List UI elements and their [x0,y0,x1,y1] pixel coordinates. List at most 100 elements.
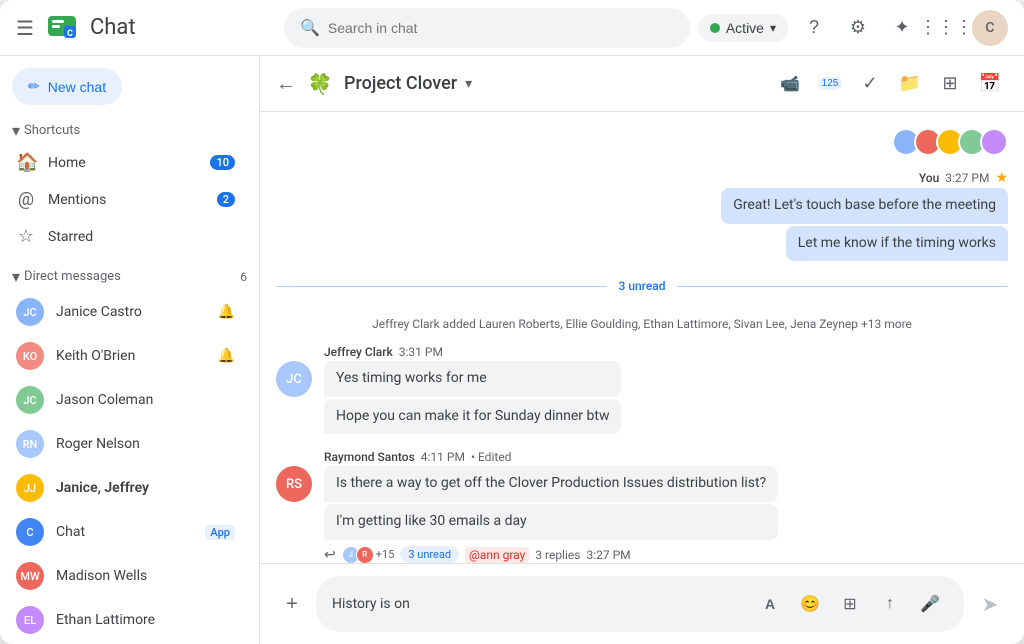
dm-chat-app[interactable]: C Chat App [0,510,251,554]
status-label: Active [726,20,764,36]
shortcuts-section[interactable]: ▾ Shortcuts [0,117,259,144]
video-button[interactable]: 📹 [772,66,808,102]
starred-icon: ☆ [16,226,36,247]
chat-header-actions: 📹 125 ✓ 📁 ⊞ 📅 [772,66,1008,102]
dm-roger[interactable]: RN Roger Nelson [0,422,251,466]
input-placeholder: History is on [332,596,410,612]
upload-button[interactable]: ↑ [872,586,908,622]
emoji-button[interactable]: 😊 [792,586,828,622]
dm-section[interactable]: ▾ Direct messages 6 [0,263,259,290]
status-dot [710,23,720,33]
madison-avatar: MW [16,562,44,590]
settings-button[interactable]: ⚙ [840,10,876,46]
menu-icon[interactable]: ☰ [16,16,34,40]
jeffrey-bubble-1: Yes timing works for me [324,361,621,397]
search-input[interactable] [328,20,674,36]
you-bubble-1: Great! Let's touch base before the meeti… [721,188,1008,224]
raymond-edited: • Edited [471,450,511,464]
thread-badge[interactable]: 3 unread [400,546,459,563]
janice-jeffrey-avatar: JJ [16,474,44,502]
shortcuts-label: Shortcuts [24,123,80,138]
shortcuts-chevron-icon: ▾ [12,121,20,140]
status-button[interactable]: Active ▾ [698,14,788,42]
apps-button[interactable]: ⋮⋮⋮ [928,10,964,46]
reaction-avatars: J R [342,546,370,563]
janice-jeffrey-label: Janice, Jeffrey [56,480,235,496]
mentions-label: Mentions [48,192,205,208]
dm-janice-jeffrey[interactable]: JJ Janice, Jeffrey [0,466,251,510]
sidebar-item-starred[interactable]: ☆ Starred [0,218,251,255]
janice-bell-icon: 🔔 [218,304,235,320]
task-button[interactable]: ✓ [852,66,888,102]
reactions-button[interactable]: 125 [812,66,848,102]
starred-label: Starred [48,229,235,245]
sidebar-item-mentions[interactable]: @ Mentions 2 [0,181,251,218]
chat-area: ← 🍀 Project Clover ▾ 📹 125 ✓ 📁 ⊞ 📅 [260,56,1024,644]
raymond-bubble-2: I'm getting like 30 emails a day [324,504,778,540]
keith-label: Keith O'Brien [56,348,206,364]
add-button[interactable]: + [276,588,308,620]
janice-label: Janice Castro [56,304,206,320]
jeffrey-sender-1: Jeffrey Clark [324,345,393,359]
dm-jason[interactable]: JC Jason Coleman [0,378,251,422]
chat-input-area: + History is on A 😊 ⊞ ↑ 🎤 ➤ [260,563,1024,644]
jeffrey-avatar-1: JC [276,361,312,397]
message-row-you1: You 3:27 PM ★ Great! Let's touch base be… [276,168,1008,263]
dm-ethan[interactable]: EL Ethan Lattimore [0,598,251,642]
you-bubble-2: Let me know if the timing works [786,226,1008,262]
calendar-button[interactable]: 📅 [972,66,1008,102]
dm-janice[interactable]: JC Janice Castro 🔔 [0,290,251,334]
send-button[interactable]: ➤ [972,586,1008,622]
format-text-button[interactable]: A [752,586,788,622]
unread-divider: 3 unread [276,279,1008,293]
raymond-sender: Raymond Santos [324,450,415,464]
app-badge: App [205,525,235,540]
madison-label: Madison Wells [56,568,235,584]
status-chevron-icon: ▾ [770,21,776,35]
replies-count: 3 replies [535,548,580,562]
dm-label: Direct messages [24,269,121,284]
raymond-reactions: ↩ J R +15 3 unread @ann gray 3 replies 3… [324,546,778,563]
chat-header: ← 🍀 Project Clover ▾ 📹 125 ✓ 📁 ⊞ 📅 [260,56,1024,112]
reaction-avatar-2: R [356,546,374,563]
raymond-content: Raymond Santos 4:11 PM • Edited Is there… [324,450,778,563]
mic-button[interactable]: 🎤 [912,586,948,622]
chat-app-label: Chat [56,524,189,540]
dm-keith[interactable]: KO Keith O'Brien 🔔 [0,334,251,378]
input-box[interactable]: History is on A 😊 ⊞ ↑ 🎤 [316,576,964,632]
jeffrey1-content: Jeffrey Clark 3:31 PM Yes timing works f… [324,345,621,434]
home-label: Home [48,155,198,171]
new-chat-icon: ✏ [28,78,40,95]
search-icon: 🔍 [300,18,320,37]
mentions-badge: 2 [217,192,235,207]
new-chat-button[interactable]: ✏ New chat [12,68,122,105]
layout-button[interactable]: ⊞ [932,66,968,102]
sidebar-item-home[interactable]: 🏠 Home 10 [0,144,251,181]
you-label: You [919,171,939,185]
plus-count: +15 [376,548,395,561]
chat-title-dropdown-icon[interactable]: ▾ [465,76,472,92]
sparkle-button[interactable]: ✦ [884,10,920,46]
roger-label: Roger Nelson [56,436,235,452]
user-avatar[interactable]: C [972,10,1008,46]
new-chat-label: New chat [48,79,106,95]
message-row-raymond: RS Raymond Santos 4:11 PM • Edited Is th… [276,448,1008,563]
help-button[interactable]: ? [796,10,832,46]
dm-chevron-icon: ▾ [12,267,20,286]
chat-app-avatar: C [16,518,44,546]
back-button[interactable]: ← [276,71,296,96]
jeffrey-time-1: 3:31 PM [399,345,443,359]
sidebar: ✏ New chat ▾ Shortcuts 🏠 Home 10 @ Menti… [0,56,260,644]
svg-text:C: C [67,29,73,39]
add-content-button[interactable]: ⊞ [832,586,868,622]
you-time: 3:27 PM [945,171,989,185]
chat-messages: You 3:27 PM ★ Great! Let's touch base be… [260,112,1024,563]
search-bar[interactable]: 🔍 [284,8,690,48]
app-logo: C [46,12,78,44]
unread-line-right [677,286,1008,287]
input-actions: A 😊 ⊞ ↑ 🎤 [752,586,948,622]
folder-button[interactable]: 📁 [892,66,928,102]
dm-badge: 6 [240,270,247,284]
ann-tag: @ann gray [465,547,529,563]
dm-madison[interactable]: MW Madison Wells [0,554,251,598]
